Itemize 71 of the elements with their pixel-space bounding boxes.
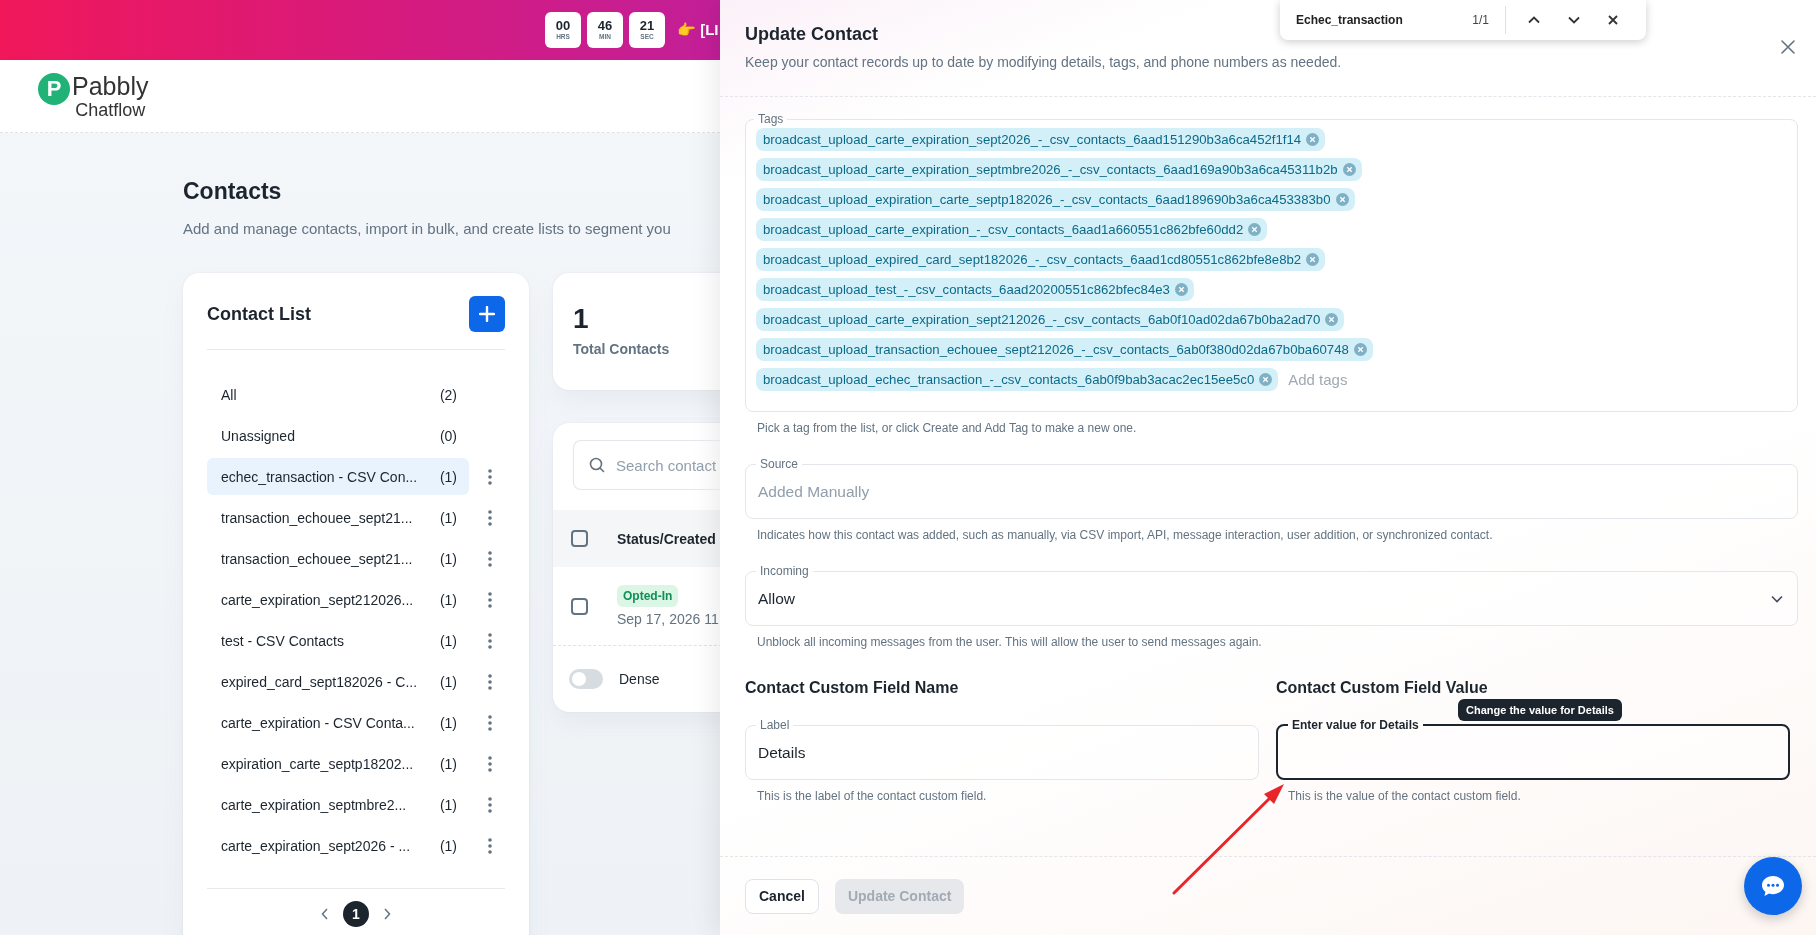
- tag-chip[interactable]: broadcast_upload_carte_expiration_sept2026_-_csv_contacts_6aad151290b3a6ca452f1f14: [756, 128, 1326, 151]
- more-icon[interactable]: [488, 632, 492, 649]
- tag-chip[interactable]: broadcast_upload_expiration_carte_septp182026_-_csv_contacts_6aad189690b3a6ca453383b0: [756, 188, 1355, 211]
- checkbox[interactable]: [571, 530, 588, 547]
- list-item[interactable]: All (2): [207, 376, 469, 413]
- close-icon[interactable]: [1608, 15, 1618, 25]
- helper-text: This is the label of the contact custom field.: [757, 788, 988, 804]
- more-icon[interactable]: [488, 591, 492, 608]
- cancel-button[interactable]: Cancel: [745, 878, 819, 914]
- more-icon[interactable]: [488, 837, 492, 854]
- checkbox[interactable]: [571, 597, 588, 615]
- list-item[interactable]: carte_expiration_sept212026... (1): [207, 581, 469, 618]
- list-item[interactable]: expired_card_sept182026 - C... (1): [207, 663, 469, 700]
- list-item[interactable]: carte_expiration_sept2026 - ... (1): [207, 827, 469, 864]
- chat-icon: [1760, 874, 1786, 898]
- more-icon[interactable]: [488, 673, 492, 690]
- next-match-icon[interactable]: [1568, 16, 1580, 24]
- status-badge: Opted-In: [617, 585, 679, 607]
- next-page-icon[interactable]: [383, 908, 391, 920]
- tag-chip[interactable]: broadcast_upload_carte_expiration_sept212026_-_csv_contacts_6ab0f10ad02da67b0ba2ad70: [756, 308, 1345, 331]
- search-icon: [589, 457, 605, 473]
- drawer-subtitle: Keep your contact records up to date by modifying details, tags, and phone numbers as needed.: [745, 54, 1343, 70]
- helper-text: Indicates how this contact was added, such as manually, via CSV import, API, message interaction, user addition, or synchronized contact.: [757, 527, 1494, 543]
- page-title: Contacts: [183, 177, 283, 206]
- section-heading: Contact Custom Field Value: [1276, 678, 1489, 698]
- helper-text: This is the value of the contact custom field.: [1288, 788, 1522, 804]
- more-icon[interactable]: [488, 509, 492, 526]
- list-item[interactable]: carte_expiration_septmbre2... (1): [207, 786, 469, 823]
- dense-toggle[interactable]: [569, 669, 603, 689]
- card-title: Contact List: [207, 303, 311, 325]
- list-item[interactable]: transaction_echouee_sept21... (1): [207, 499, 469, 536]
- tag-chip[interactable]: broadcast_upload_expired_card_sept182026_-_csv_contacts_6aad1cd80551c862bfe8e8b2: [756, 248, 1326, 271]
- list-item[interactable]: Unassigned (0): [207, 417, 469, 454]
- list-item[interactable]: transaction_echouee_sept21... (1): [207, 540, 469, 577]
- helper-text: Pick a tag from the list, or click Create and Add Tag to make a new one.: [757, 420, 1138, 436]
- tooltip: Change the value for Details: [1458, 699, 1622, 721]
- page-number[interactable]: 1: [343, 901, 369, 927]
- tag-chip[interactable]: broadcast_upload_echec_transaction_-_csv_contacts_6ab0f9bab3acac2ec15ee5c0: [756, 368, 1279, 391]
- more-icon[interactable]: [488, 796, 492, 813]
- column-header: Status/Created: [617, 530, 716, 547]
- plus-icon: [479, 306, 495, 322]
- find-query[interactable]: Echec_transaction: [1296, 13, 1473, 27]
- section-heading: Contact Custom Field Name: [745, 678, 960, 698]
- match-count: 1/1: [1472, 13, 1489, 27]
- previous-match-icon[interactable]: [1528, 16, 1540, 24]
- toggle-label: Dense: [619, 671, 660, 687]
- helper-text: Unblock all incoming messages from the user. This will allow the user to send messages again.: [757, 634, 1263, 650]
- tag-chip[interactable]: broadcast_upload_test_-_csv_contacts_6aad20200551c862bfec84e3: [756, 278, 1194, 301]
- more-icon[interactable]: [488, 550, 492, 567]
- previous-page-icon[interactable]: [321, 908, 329, 920]
- list-item[interactable]: expiration_carte_septp18202... (1): [207, 745, 469, 782]
- more-icon[interactable]: [488, 714, 492, 731]
- drawer-title: Update Contact: [745, 23, 879, 46]
- created-date: Sep 17, 2026 11:: [617, 611, 720, 627]
- tag-input[interactable]: Add tags: [1286, 370, 1487, 389]
- tag-chip[interactable]: broadcast_upload_carte_expiration_-_csv_contacts_6aad1a660551c862bfe60dd2: [756, 218, 1268, 241]
- stat-label: Total Contacts: [573, 341, 671, 357]
- more-icon[interactable]: [488, 468, 492, 485]
- more-icon[interactable]: [488, 755, 492, 772]
- add-list-button[interactable]: [469, 296, 505, 332]
- page-subtitle: Add and manage contacts, import in bulk, and create lists to segment you: [183, 219, 672, 239]
- search-field[interactable]: Search contact: [573, 440, 720, 490]
- chevron-down-icon: [1771, 594, 1783, 603]
- tag-chip[interactable]: broadcast_upload_transaction_echouee_sept212026_-_csv_contacts_6ab0f380d02da67b0ba60748: [756, 338, 1373, 361]
- promo-text: 👉 [LI: [677, 21, 719, 39]
- logo[interactable]: P Pabbly Chatflow: [38, 72, 149, 120]
- list-item[interactable]: carte_expiration - CSV Conta... (1): [207, 704, 469, 741]
- list-item[interactable]: echec_transaction - CSV Con... (1): [207, 458, 469, 495]
- list-item[interactable]: test - CSV Contacts (1): [207, 622, 469, 659]
- tag-chip[interactable]: broadcast_upload_carte_expiration_septmbre2026_-_csv_contacts_6aad169a90b3a6ca45311b2b: [756, 158, 1362, 181]
- stat-value: 1: [573, 303, 590, 335]
